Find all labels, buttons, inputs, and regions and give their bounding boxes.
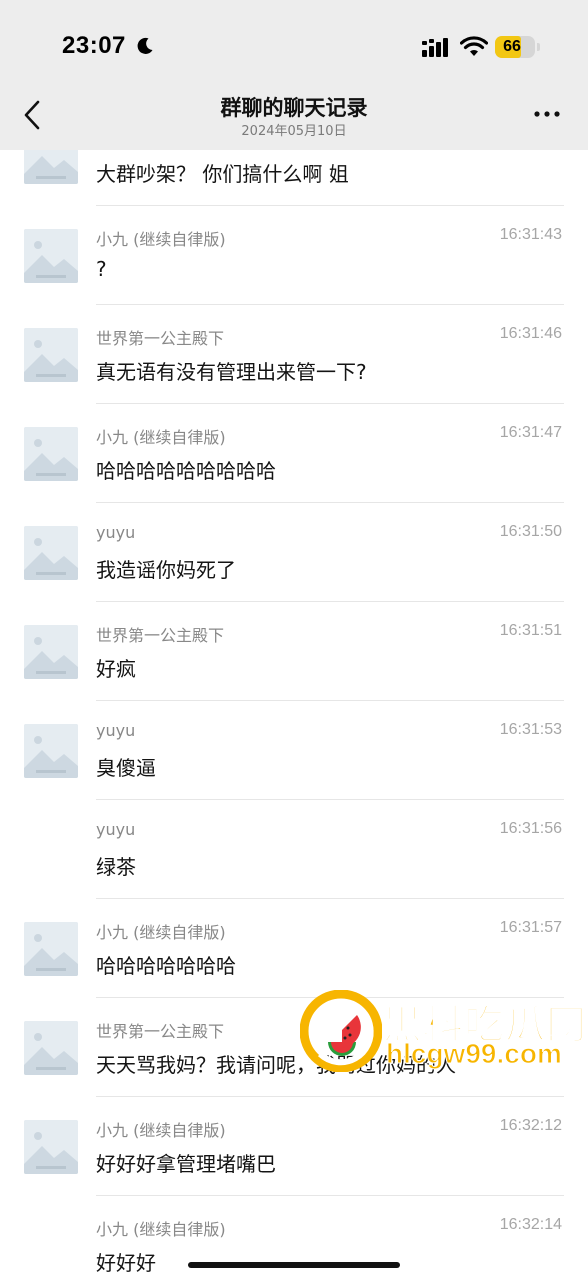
more-dots-icon (534, 111, 560, 117)
sender-name: 世界第一公主殿下 (96, 1022, 225, 1041)
wifi-icon (460, 36, 488, 56)
sender-name: yuyu (96, 721, 136, 740)
message-item[interactable]: yuyu 16:31:53 臭傻逼 (0, 700, 588, 799)
message-time: 16:32:12 (499, 1117, 562, 1134)
watermark: 黑料吃瓜网 hlcgw99.com (300, 990, 588, 1072)
message-time: 16:32:14 (499, 1216, 562, 1233)
message-time: 16:31:51 (499, 622, 562, 639)
avatar-placeholder[interactable] (24, 1120, 78, 1174)
top-header: 23:07 66 群聊的聊天记录 2024年05月10日 (0, 0, 588, 150)
home-indicator[interactable] (188, 1262, 400, 1268)
avatar-placeholder[interactable] (24, 328, 78, 382)
sender-name: 小九 (继续自律版) (96, 923, 226, 942)
avatar-placeholder[interactable] (24, 526, 78, 580)
page-subtitle: 2024年05月10日 (241, 124, 347, 139)
sender-name: 小九 (继续自律版) (96, 428, 226, 447)
message-item[interactable]: 小九 (继续自律版) 16:31:43 ? (0, 205, 588, 304)
message-item[interactable]: 小九 (继续自律版) 16:31:57 哈哈哈哈哈哈哈 (0, 898, 588, 997)
battery-level: 66 (503, 38, 521, 55)
message-text: 好好好 (96, 1251, 156, 1275)
message-item[interactable]: 世界第一公主殿下 16:31:46 真无语有没有管理出来管一下? (0, 304, 588, 403)
sender-name: 世界第一公主殿下 (96, 329, 225, 348)
message-text: ? (96, 257, 107, 281)
message-text: 大群吵架？ 你们搞什么啊 姐 (96, 162, 349, 186)
clock: 23:07 (62, 32, 126, 59)
battery-tip (537, 43, 540, 51)
sender-name: 小九 (继续自律版) (96, 230, 226, 249)
watermelon-logo-icon (300, 990, 382, 1072)
sender-name: yuyu (96, 820, 136, 839)
message-text: 好好好拿管理堵嘴巴 (96, 1152, 276, 1176)
message-text: 哈哈哈哈哈哈哈哈哈 (96, 459, 276, 483)
message-item[interactable]: yuyu 16:31:50 我造谣你妈死了 (0, 502, 588, 601)
sender-name: 小九 (继续自律版) (96, 1121, 226, 1140)
page-title: 群聊的聊天记录 (220, 96, 368, 120)
chat-history-screen: 大群吵架？ 你们搞什么啊 姐 小九 (继续自律版) 16:31:43 ? 世界第… (0, 0, 588, 1280)
message-time: 16:31:43 (499, 226, 562, 243)
message-time: 16:31:57 (499, 919, 562, 936)
message-time: 16:31:47 (499, 424, 562, 441)
message-text: 哈哈哈哈哈哈哈 (96, 954, 236, 978)
message-text: 好疯 (96, 657, 136, 681)
sender-name: 小九 (继续自律版) (96, 1220, 226, 1239)
avatar-placeholder[interactable] (24, 724, 78, 778)
avatar-placeholder[interactable] (24, 427, 78, 481)
message-text: 真无语有没有管理出来管一下? (96, 360, 367, 384)
message-text: 绿茶 (96, 855, 136, 879)
message-time: 16:31:46 (499, 325, 562, 342)
message-text: 我造谣你妈死了 (96, 558, 236, 582)
nav-bar: 群聊的聊天记录 2024年05月10日 (0, 92, 588, 150)
message-item[interactable]: 小九 (继续自律版) 16:31:47 哈哈哈哈哈哈哈哈哈 (0, 403, 588, 502)
signal-icon (422, 38, 448, 57)
more-button[interactable] (528, 100, 568, 128)
moon-icon (137, 37, 153, 54)
sender-name: yuyu (96, 523, 136, 542)
message-item[interactable]: 小九 (继续自律版) 16:32:12 好好好拿管理堵嘴巴 (0, 1096, 588, 1195)
sender-name: 世界第一公主殿下 (96, 626, 225, 645)
message-time: 16:31:53 (499, 721, 562, 738)
message-text: 臭傻逼 (96, 756, 156, 780)
watermark-domain: hlcgw99.com (386, 1038, 563, 1070)
avatar-placeholder[interactable] (24, 1021, 78, 1075)
battery-icon: 66 (495, 36, 535, 58)
message-time: 16:31:50 (499, 523, 562, 540)
avatar-placeholder[interactable] (24, 229, 78, 283)
message-list[interactable]: 大群吵架？ 你们搞什么啊 姐 小九 (继续自律版) 16:31:43 ? 世界第… (0, 0, 588, 1280)
avatar-placeholder[interactable] (24, 625, 78, 679)
avatar-placeholder[interactable] (24, 922, 78, 976)
message-time: 16:31:56 (499, 820, 562, 837)
message-item[interactable]: 世界第一公主殿下 16:31:51 好疯 (0, 601, 588, 700)
message-item[interactable]: yuyu 16:31:56 绿茶 (0, 799, 588, 898)
status-bar: 23:07 66 (0, 0, 588, 92)
